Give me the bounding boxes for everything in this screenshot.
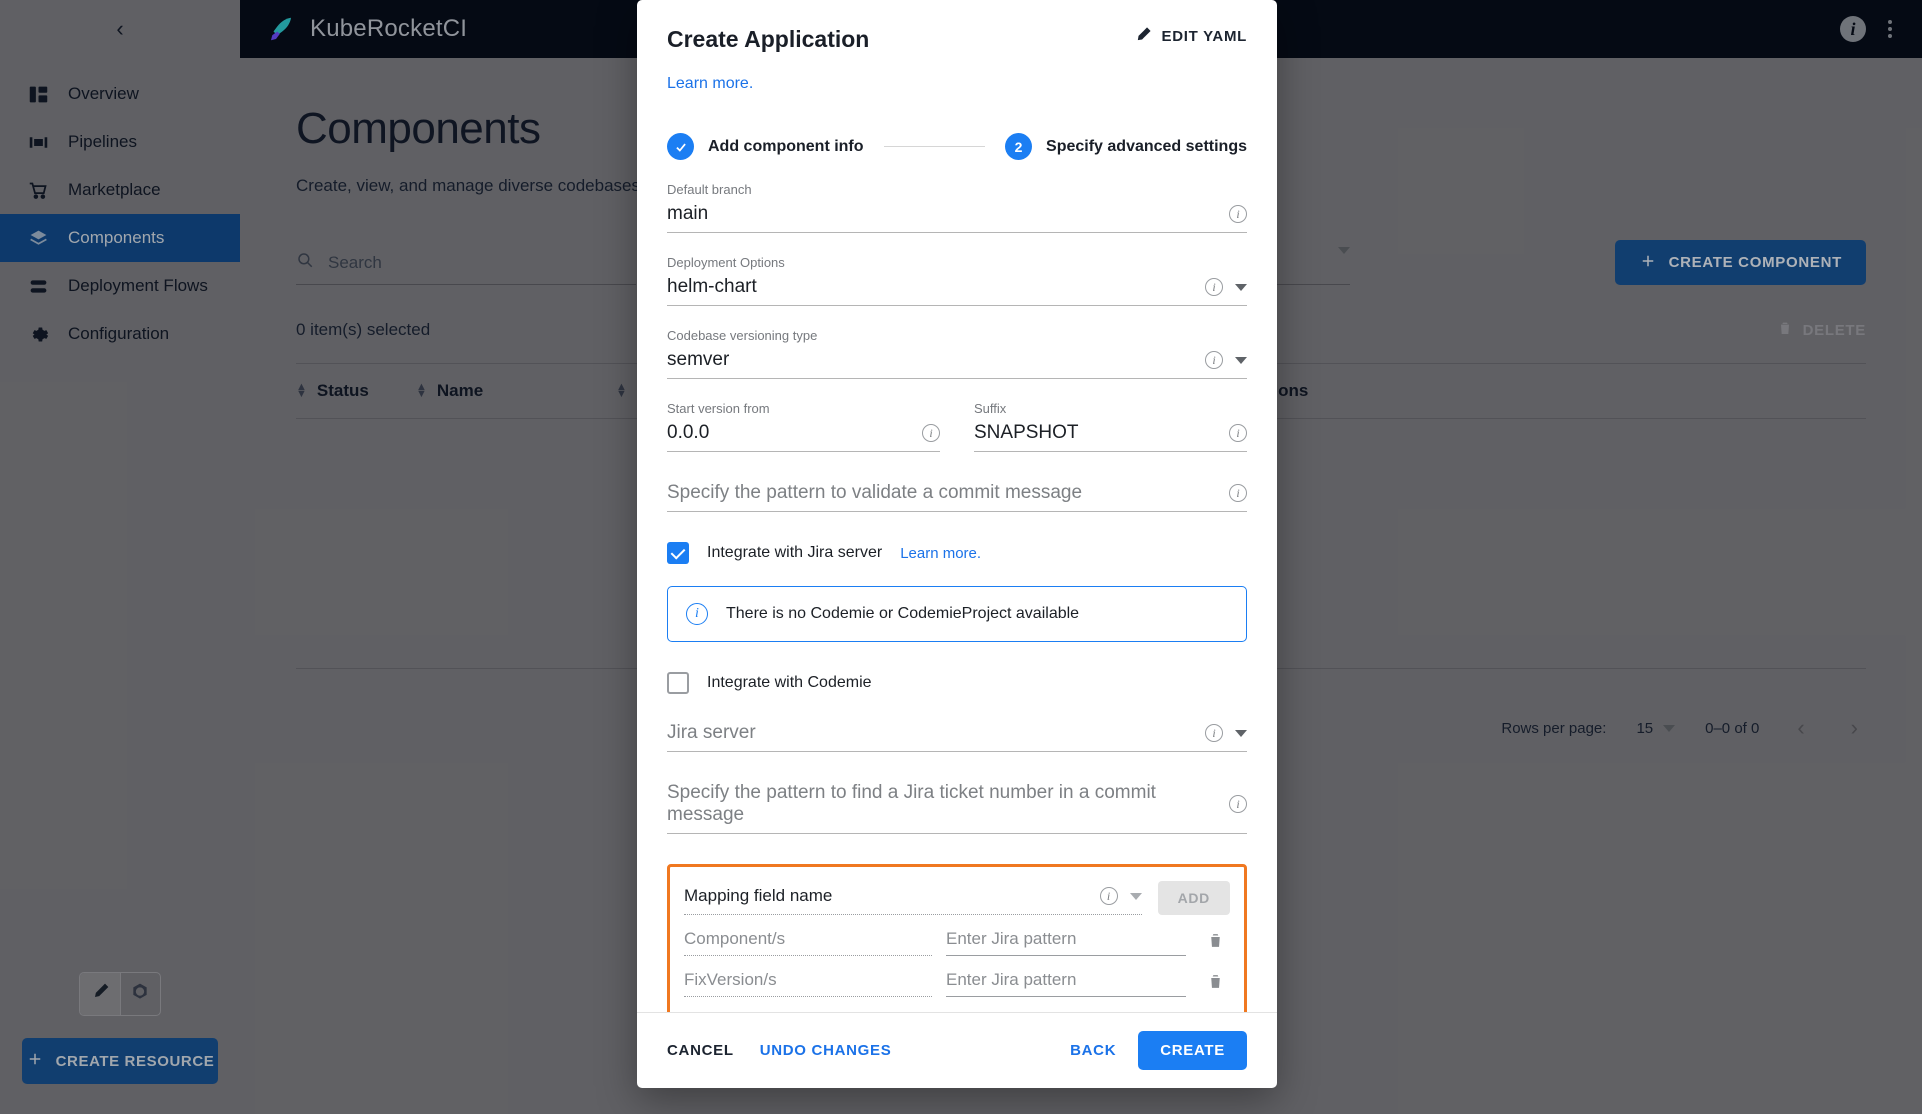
- field-value: main: [667, 203, 709, 224]
- mapping-row-name[interactable]: Component/s: [684, 929, 932, 956]
- step-label: Add component info: [708, 137, 864, 155]
- field-value: semver: [667, 349, 730, 370]
- trash-icon: [1207, 931, 1224, 955]
- checkbox-integrate-jira-server[interactable]: Integrate with Jira server Learn more.: [667, 542, 1247, 564]
- dialog-title: Create Application: [667, 26, 870, 52]
- info-icon[interactable]: i: [922, 424, 940, 442]
- mapping-row: FixVersion/s Enter Jira pattern: [684, 970, 1230, 997]
- info-icon[interactable]: i: [1099, 887, 1118, 905]
- field-placeholder: Specify the pattern to find a Jira ticke…: [667, 782, 1156, 825]
- info-icon: i: [686, 603, 708, 625]
- checkbox-icon[interactable]: [667, 672, 689, 694]
- dialog-learn-more-link[interactable]: Learn more.: [667, 75, 753, 92]
- field-label: Codebase versioning type: [667, 328, 818, 343]
- info-icon[interactable]: i: [1205, 278, 1223, 296]
- trash-icon: [1207, 972, 1224, 996]
- mapping-row-pattern-input[interactable]: Enter Jira pattern: [946, 929, 1186, 956]
- mapping-row-name[interactable]: FixVersion/s: [684, 970, 932, 997]
- alert-text: There is no Codemie or CodemieProject av…: [726, 605, 1080, 622]
- wizard-stepper: Add component info 2 Specify advanced se…: [667, 133, 1247, 160]
- mapping-row-delete-button[interactable]: [1200, 972, 1230, 996]
- field-label: Start version from: [667, 401, 770, 416]
- info-icon[interactable]: i: [1205, 724, 1223, 742]
- dialog-footer: CANCEL UNDO CHANGES BACK CREATE: [637, 1012, 1277, 1088]
- back-button[interactable]: BACK: [1070, 1042, 1116, 1059]
- field-jira-ticket-pattern[interactable]: Specify the pattern to find a Jira ticke…: [667, 782, 1247, 834]
- field-commit-message-pattern[interactable]: Specify the pattern to validate a commit…: [667, 482, 1247, 512]
- codemie-unavailable-alert: i There is no Codemie or CodemieProject …: [667, 586, 1247, 642]
- check-icon: [667, 133, 694, 160]
- field-label: Default branch: [667, 182, 752, 197]
- checkbox-integrate-codemie[interactable]: Integrate with Codemie: [667, 672, 1247, 694]
- step-number: 2: [1005, 133, 1033, 160]
- chevron-down-icon[interactable]: [1235, 356, 1247, 364]
- step-specify-advanced-settings[interactable]: 2 Specify advanced settings: [1005, 133, 1247, 160]
- field-value: 0.0.0: [667, 422, 710, 443]
- info-icon[interactable]: i: [1229, 484, 1247, 502]
- field-deployment-options[interactable]: Deployment Options helm-chart i: [667, 255, 1247, 306]
- pencil-icon: [1135, 26, 1152, 47]
- stepper-connector: [883, 146, 986, 147]
- field-start-version-from[interactable]: Start version from 0.0.0 i: [667, 401, 940, 452]
- field-label: Deployment Options: [667, 255, 785, 270]
- checkbox-label: Integrate with Jira server: [707, 544, 883, 561]
- info-icon[interactable]: i: [1205, 351, 1223, 369]
- field-default-branch[interactable]: Default branch main i: [667, 182, 1247, 233]
- field-placeholder: Jira server: [667, 722, 756, 743]
- info-icon[interactable]: i: [1229, 205, 1247, 223]
- mapping-row: Component/s Enter Jira pattern: [684, 929, 1230, 956]
- jira-learn-more-link[interactable]: Learn more.: [900, 545, 981, 562]
- add-button-label: ADD: [1177, 890, 1210, 906]
- create-button[interactable]: CREATE: [1138, 1031, 1247, 1070]
- mapping-row-pattern-input[interactable]: Enter Jira pattern: [946, 970, 1186, 997]
- edit-yaml-button[interactable]: EDIT YAML: [1135, 26, 1247, 47]
- cancel-button[interactable]: CANCEL: [667, 1042, 734, 1059]
- field-jira-server[interactable]: Jira server i: [667, 722, 1247, 752]
- step-label: Specify advanced settings: [1046, 137, 1247, 155]
- undo-changes-button[interactable]: UNDO CHANGES: [760, 1042, 892, 1059]
- checkbox-label: Integrate with Codemie: [707, 674, 872, 691]
- checkbox-icon[interactable]: [667, 542, 689, 564]
- info-icon[interactable]: i: [1229, 795, 1247, 813]
- jira-field-mapping-panel: Mapping field name i ADD Component/s Ent…: [667, 864, 1247, 1012]
- info-icon[interactable]: i: [1229, 424, 1247, 442]
- field-suffix[interactable]: Suffix SNAPSHOT i: [974, 401, 1247, 452]
- edit-yaml-label: EDIT YAML: [1161, 28, 1247, 45]
- field-label: Suffix: [974, 401, 1007, 416]
- field-placeholder: Specify the pattern to validate a commit…: [667, 482, 1083, 503]
- field-value: SNAPSHOT: [974, 422, 1079, 443]
- step-add-component-info[interactable]: Add component info: [667, 133, 864, 160]
- chevron-down-icon[interactable]: [1235, 283, 1247, 291]
- field-value: helm-chart: [667, 276, 757, 297]
- chevron-down-icon[interactable]: [1235, 729, 1247, 737]
- mapping-field-name-select[interactable]: Mapping field name i: [684, 886, 1142, 915]
- mapping-select-label: Mapping field name: [684, 886, 833, 905]
- create-application-dialog: Create Application EDIT YAML Learn more.: [637, 0, 1277, 1088]
- add-mapping-button[interactable]: ADD: [1157, 881, 1230, 915]
- mapping-row-delete-button[interactable]: [1200, 931, 1230, 955]
- field-codebase-versioning-type[interactable]: Codebase versioning type semver i: [667, 328, 1247, 379]
- chevron-down-icon[interactable]: [1129, 892, 1142, 900]
